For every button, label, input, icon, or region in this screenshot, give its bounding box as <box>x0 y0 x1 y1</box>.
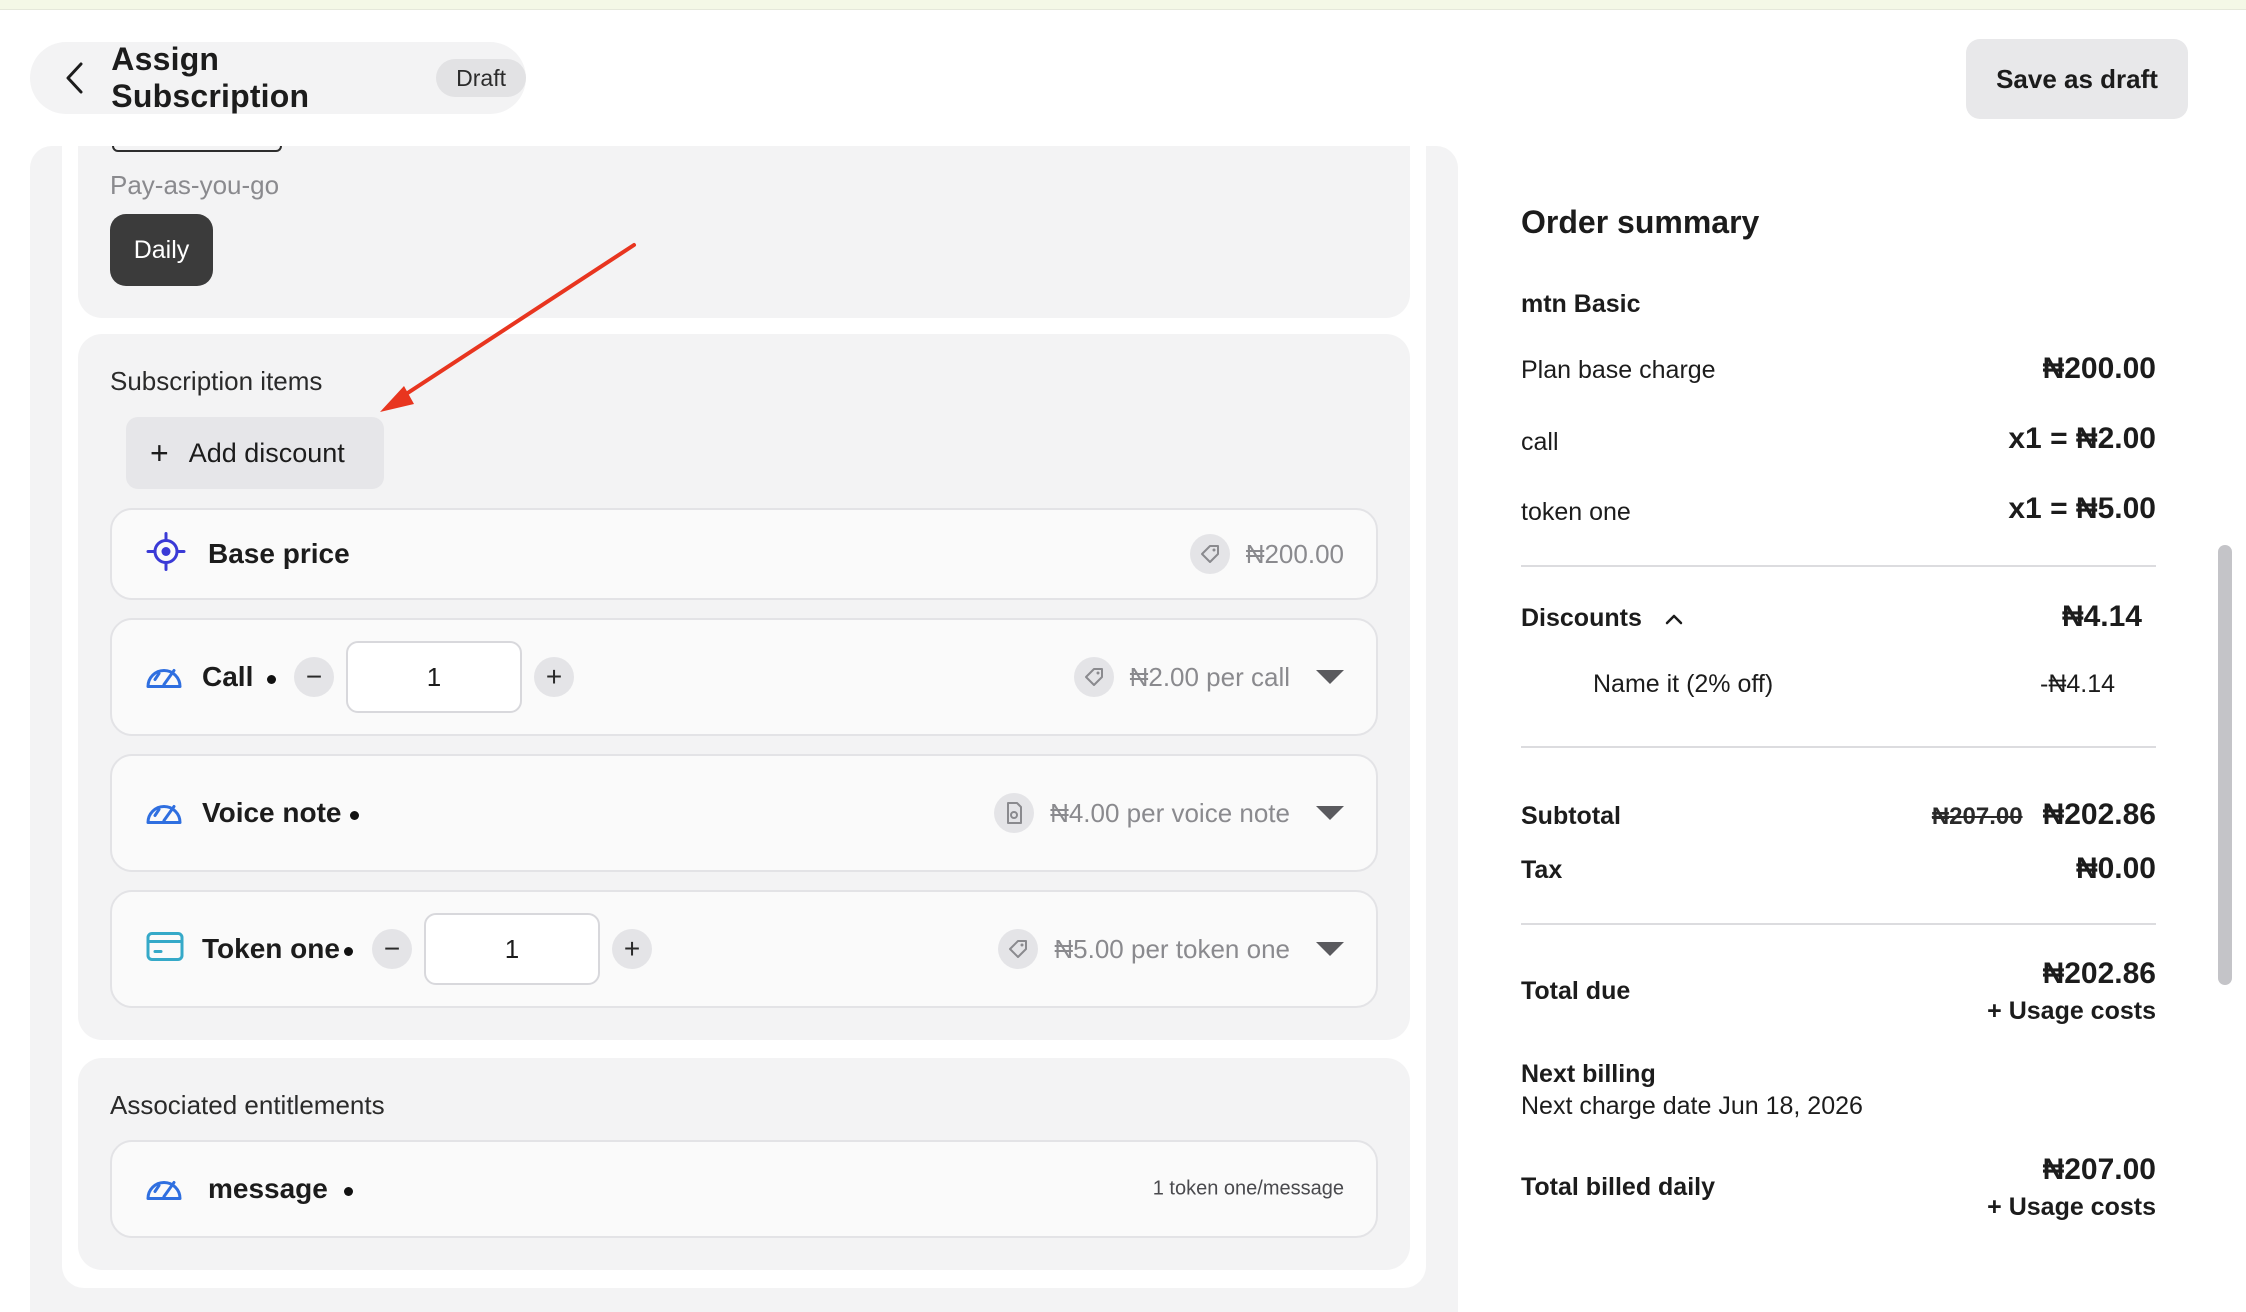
total-billed-extra: + Usage costs <box>1987 1193 2156 1221</box>
card-icon <box>146 931 184 968</box>
base-price-row: Base price ₦200.00 <box>110 508 1378 600</box>
token-one-row: Token one − + ₦5.00 per token one <box>110 890 1378 1008</box>
voice-note-label: Voice note <box>202 797 342 828</box>
total-due-extra: + Usage costs <box>1987 997 2156 1025</box>
gauge-icon <box>144 1171 184 1208</box>
caret-down-icon[interactable] <box>1316 670 1344 684</box>
call-increment-button[interactable]: + <box>534 657 574 697</box>
token-one-quantity-input[interactable] <box>424 913 600 985</box>
target-icon <box>146 532 186 577</box>
entitlement-label: message <box>208 1173 328 1204</box>
tax-label: Tax <box>1521 856 1563 884</box>
tag-icon <box>1189 534 1230 574</box>
plan-name: mtn Basic <box>1521 290 1641 318</box>
plan-chip-partial[interactable] <box>112 146 282 152</box>
payg-label: Pay-as-you-go <box>110 170 280 200</box>
voice-note-row: Voice note ₦4.00 per voice note <box>110 754 1378 872</box>
call-decrement-button[interactable]: − <box>294 657 334 697</box>
subtotal-value: ₦202.86 <box>2042 798 2156 831</box>
tax-value: ₦0.00 <box>2075 852 2156 885</box>
add-discount-label: Add discount <box>188 437 345 468</box>
status-dot <box>344 947 353 956</box>
entitlements-title: Associated entitlements <box>110 1090 385 1120</box>
subtotal-label: Subtotal <box>1521 802 1621 830</box>
total-billed-value: ₦207.00 <box>2042 1153 2156 1186</box>
gauge-icon <box>144 795 184 832</box>
discounts-toggle[interactable]: Discounts <box>1521 604 1684 633</box>
next-billing-label: Next billing <box>1521 1060 1656 1088</box>
voice-note-price: ₦4.00 per voice note <box>994 793 1344 833</box>
caret-down-icon[interactable] <box>1316 942 1344 956</box>
token-one-decrement-button[interactable]: − <box>372 929 412 969</box>
subtotal-original: ₦207.00 <box>1931 803 2023 830</box>
caret-down-icon[interactable] <box>1316 806 1344 820</box>
summary-line-value: x1 = ₦2.00 <box>2008 422 2156 455</box>
status-dot <box>267 675 276 684</box>
tag-icon <box>998 929 1039 969</box>
summary-divider <box>1521 746 2156 748</box>
status-dot <box>350 811 359 820</box>
call-label: Call <box>202 661 254 692</box>
top-strip <box>0 0 2246 10</box>
discounts-total: ₦4.14 <box>2061 600 2142 633</box>
header-bar: Assign Subscription Draft <box>30 41 526 114</box>
save-draft-button[interactable]: Save as draft <box>1966 39 2188 119</box>
page-title: Assign Subscription <box>111 41 310 114</box>
document-tag-icon <box>994 793 1035 833</box>
discount-value: -₦4.14 <box>2040 670 2116 698</box>
add-discount-button[interactable]: + Add discount <box>126 417 384 489</box>
token-one-increment-button[interactable]: + <box>612 929 652 969</box>
subtotal-values: ₦207.00 ₦202.86 <box>1932 798 2156 832</box>
entitlement-detail: 1 token one/message <box>1152 1177 1344 1200</box>
summary-divider <box>1521 923 2156 925</box>
gauge-icon <box>144 659 184 696</box>
chevron-left-icon[interactable] <box>56 60 91 96</box>
call-quantity-input[interactable] <box>346 641 522 713</box>
base-price-label: Base price <box>208 538 350 569</box>
chevron-up-icon <box>1664 604 1684 633</box>
call-row: Call − + ₦2.00 per call <box>110 618 1378 736</box>
billing-daily-chip[interactable]: Daily <box>110 214 213 286</box>
status-badge: Draft <box>436 59 526 97</box>
subscription-items-title: Subscription items <box>110 366 323 396</box>
plus-icon: + <box>150 435 169 471</box>
total-billed-label: Total billed daily <box>1521 1173 1716 1201</box>
status-dot <box>344 1187 353 1196</box>
call-price: ₦2.00 per call <box>1073 657 1344 697</box>
scrollbar[interactable] <box>2218 545 2232 985</box>
discount-name: Name it (2% off) <box>1593 670 1774 698</box>
summary-line-label: call <box>1521 428 1559 456</box>
summary-divider <box>1521 565 2156 567</box>
summary-line-label: token one <box>1521 498 1631 526</box>
base-price-value: ₦200.00 <box>1189 534 1344 574</box>
summary-line-value: x1 = ₦5.00 <box>2008 492 2156 525</box>
summary-line-value: ₦200.00 <box>2042 352 2156 385</box>
summary-line-label: Plan base charge <box>1521 356 1716 384</box>
entitlement-row: message 1 token one/message <box>110 1140 1378 1238</box>
order-summary-title: Order summary <box>1521 204 1760 240</box>
total-due-label: Total due <box>1521 977 1631 1005</box>
next-billing-text: Next charge date Jun 18, 2026 <box>1521 1092 1863 1120</box>
token-one-price: ₦5.00 per token one <box>998 929 1344 969</box>
token-one-label: Token one <box>202 933 340 964</box>
tag-icon <box>1073 657 1114 697</box>
total-due-value: ₦202.86 <box>2042 957 2156 990</box>
